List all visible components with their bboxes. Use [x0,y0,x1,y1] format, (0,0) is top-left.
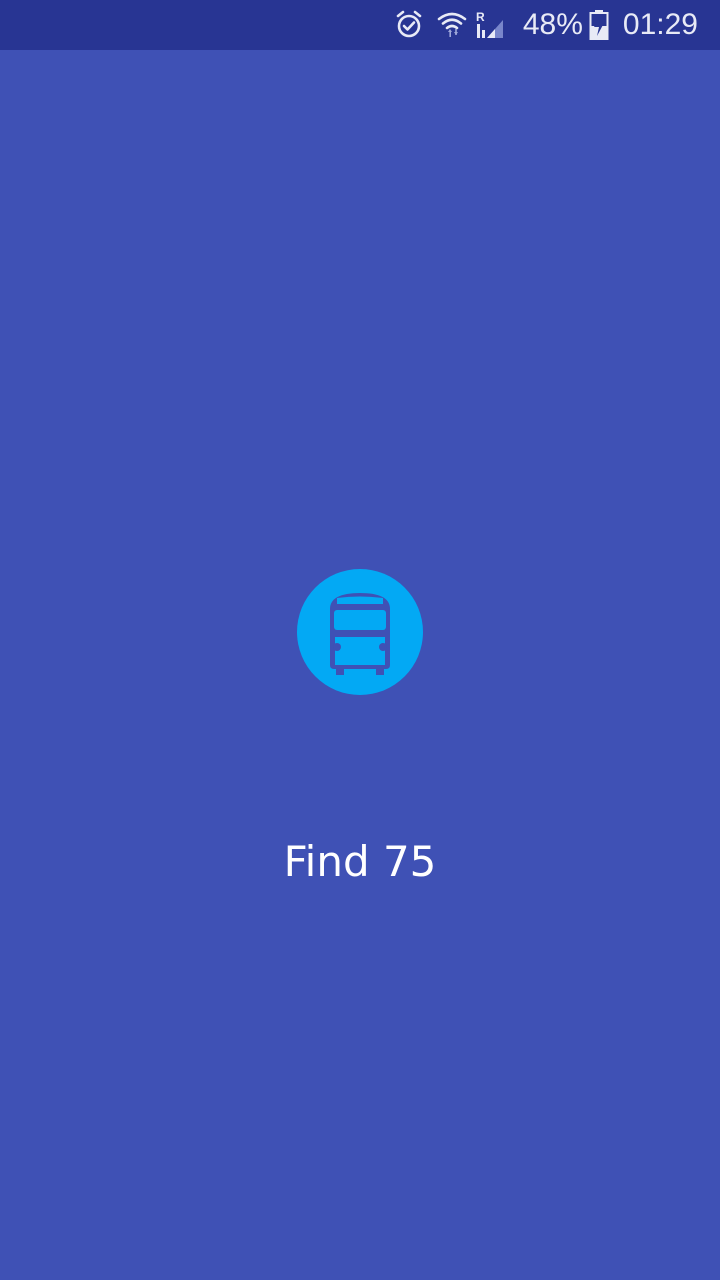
clock: 01:29 [622,8,698,41]
status-icons: R 48% 01:29 [395,0,698,50]
status-bar: R 48% 01:29 [0,0,720,50]
battery-charging-icon [589,10,609,40]
alarm-icon [396,10,422,38]
wifi-icon [437,12,467,37]
network-badge: R [476,10,485,24]
splash-screen: Find 75 [0,50,720,1280]
battery-percentage: 48% [522,8,583,41]
signal-icon: R [476,10,503,38]
bus-icon [297,569,423,695]
app-name: Find 75 [283,837,437,886]
